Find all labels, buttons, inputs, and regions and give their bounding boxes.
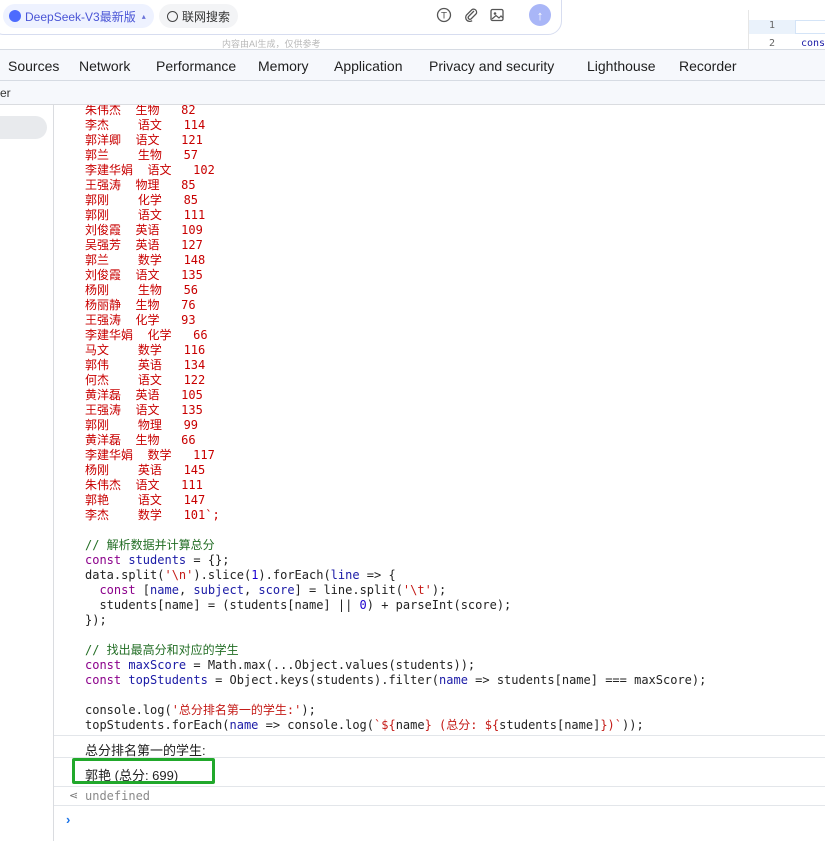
data-row: 黄洋磊 生物 66 [85,433,196,447]
code-comment: // 解析数据并计算总分 [85,538,215,552]
data-row: 郭刚 物理 99 [85,418,199,432]
divider [54,786,825,787]
web-search-label: 联网搜索 [182,9,231,24]
chat-top-bar: DeepSeek-V3最新版 ▴ 联网搜索 T ↑ 内容由AI生成，仅供参考 1… [0,0,825,49]
code-line: const maxScore = Math.max(...Object.valu… [85,658,476,672]
svg-text:T: T [440,12,447,22]
data-row: 刘俊霞 英语 109 [85,223,203,237]
send-button[interactable]: ↑ [529,4,551,26]
active-line-highlight [795,20,825,34]
data-row: 王强涛 化学 93 [85,313,196,327]
code-line: console.log('总分排名第一的学生:'); [85,703,316,717]
data-row: 朱伟杰 语文 111 [85,478,203,492]
console-sidebar [0,105,54,841]
globe-icon [167,10,178,22]
data-row: 李建华娟 语文 102 [85,163,215,177]
tab-network[interactable]: Network [79,58,130,74]
data-row: 郭兰 数学 148 [85,253,206,267]
deepseek-logo-icon [9,10,21,22]
filter-label[interactable]: er [0,86,11,100]
tab-memory[interactable]: Memory [258,58,309,74]
data-row: 吴强芳 英语 127 [85,238,203,252]
data-row: 杨刚 生物 56 [85,283,199,297]
data-row: 马文 数学 116 [85,343,206,357]
tab-privacy-security[interactable]: Privacy and security [429,58,554,74]
tab-recorder[interactable]: Recorder [679,58,737,74]
return-value: undefined [85,789,151,803]
image-icon[interactable] [488,6,506,24]
console-filter-bar: er [0,81,825,105]
data-row: 王强涛 语文 135 [85,403,203,417]
divider [54,805,825,806]
code-line: const students = {}; [85,553,230,567]
data-row: 李建华娟 数学 117 [85,448,215,462]
data-row: 李杰 语文 114 [85,118,206,132]
highlight-box [72,758,215,784]
console-panel: 朱伟杰 生物 82 李杰 语文 114 郭洋卿 语文 121 郭兰 生物 57 李建华娟… [54,105,825,841]
data-row: 李建华娟 化学 66 [85,328,208,342]
code-line: }); [85,613,107,627]
line-number: 1 [749,20,795,34]
tab-application[interactable]: Application [334,58,403,74]
mini-code-editor: 1 2 cons [748,10,825,49]
data-row: 何杰 语文 122 [85,373,206,387]
chevron-up-down-icon: ▴ [141,11,146,21]
data-row: 郭刚 化学 85 [85,193,199,207]
model-label: DeepSeek-V3最新版 [25,9,136,24]
data-row: 王强涛 物理 85 [85,178,196,192]
chat-input-box[interactable]: DeepSeek-V3最新版 ▴ 联网搜索 T ↑ [0,0,562,35]
data-lines: 朱伟杰 生物 82 李杰 语文 114 郭洋卿 语文 121 郭兰 生物 57 李建华娟… [85,105,220,523]
data-row: 郭伟 英语 134 [85,358,206,372]
code-line: topStudents.forEach(name => console.log(… [85,718,644,732]
code-line: students[name] = (students[name] || 0) +… [85,598,512,612]
devtools-tab-bar: Sources Network Performance Memory Appli… [0,49,825,81]
data-row: 郭兰 生物 57 [85,148,199,162]
data-row: 杨丽静 生物 76 [85,298,196,312]
data-row: 郭艳 语文 147 [85,493,206,507]
code-line: const [name, subject, score] = line.spli… [99,583,447,597]
console-prompt-icon[interactable]: › [66,812,70,827]
web-search-toggle[interactable]: 联网搜索 [159,4,239,28]
data-row: 朱伟杰 生物 82 [85,105,196,117]
sidebar-selected-item[interactable] [0,116,47,139]
code-line: const topStudents = Object.keys(students… [85,673,707,687]
code-comment: // 找出最高分和对应的学生 [85,643,239,657]
tab-lighthouse[interactable]: Lighthouse [587,58,656,74]
divider [54,735,825,736]
model-selector[interactable]: DeepSeek-V3最新版 ▴ [3,4,154,28]
tab-performance[interactable]: Performance [156,58,236,74]
line-number: 2 [768,38,776,49]
return-arrow-icon: ⋖ [69,790,79,802]
tab-sources[interactable]: Sources [8,58,59,74]
code-snippet: cons [801,38,825,49]
data-row: 杨刚 英语 145 [85,463,206,477]
data-row: 郭刚 语文 111 [85,208,206,222]
data-row: 郭洋卿 语文 121 [85,133,203,147]
data-row: 刘俊霞 语文 135 [85,268,203,282]
text-recognition-icon[interactable]: T [435,6,453,24]
data-row: 李杰 数学 101`; [85,508,220,522]
data-row: 黄洋磊 英语 105 [85,388,203,402]
code-line: data.split('\n').slice(1).forEach(line =… [85,568,396,582]
paperclip-icon[interactable] [462,6,480,24]
